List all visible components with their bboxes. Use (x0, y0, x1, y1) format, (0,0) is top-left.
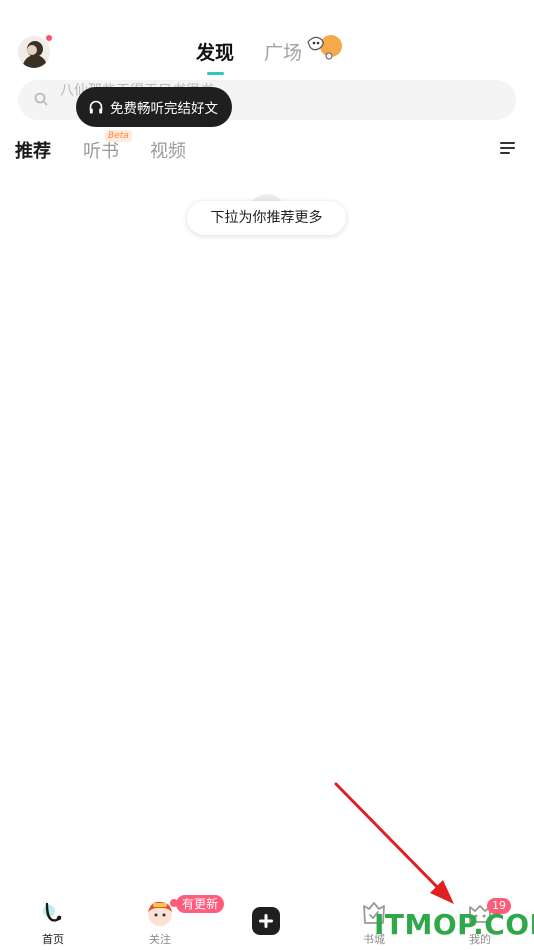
headphones-icon (89, 100, 103, 114)
watermark-text: ITMOP.COM (374, 908, 534, 941)
pull-refresh-hint: 下拉为你推荐更多 (187, 201, 346, 235)
nav-home-label[interactable]: 首页 (23, 931, 83, 947)
home-icon[interactable] (38, 898, 68, 928)
tab-video[interactable]: 视频 (150, 137, 186, 163)
active-tab-indicator (207, 72, 224, 75)
audio-promo-tooltip[interactable]: 免费畅听完结好文 (76, 87, 232, 127)
tab-recommend[interactable]: 推荐 (15, 137, 51, 163)
search-icon (34, 92, 48, 106)
square-promo-icon (307, 35, 342, 60)
tab-discover[interactable]: 发现 (196, 38, 234, 65)
red-arrow-annotation (334, 782, 454, 904)
avatar-silhouette-icon (22, 41, 48, 68)
user-avatar[interactable] (18, 36, 50, 68)
menu-icon[interactable] (500, 141, 516, 155)
tooltip-text: 免费畅听完结好文 (110, 101, 218, 117)
follow-update-badge: 有更新 (176, 895, 225, 913)
create-button[interactable] (252, 907, 280, 935)
beta-badge: Beta (105, 130, 132, 142)
plus-icon (259, 914, 273, 928)
notification-dot (46, 35, 52, 41)
tab-square[interactable]: 广场 (264, 38, 302, 65)
nav-follow-label[interactable]: 关注 (130, 931, 190, 947)
